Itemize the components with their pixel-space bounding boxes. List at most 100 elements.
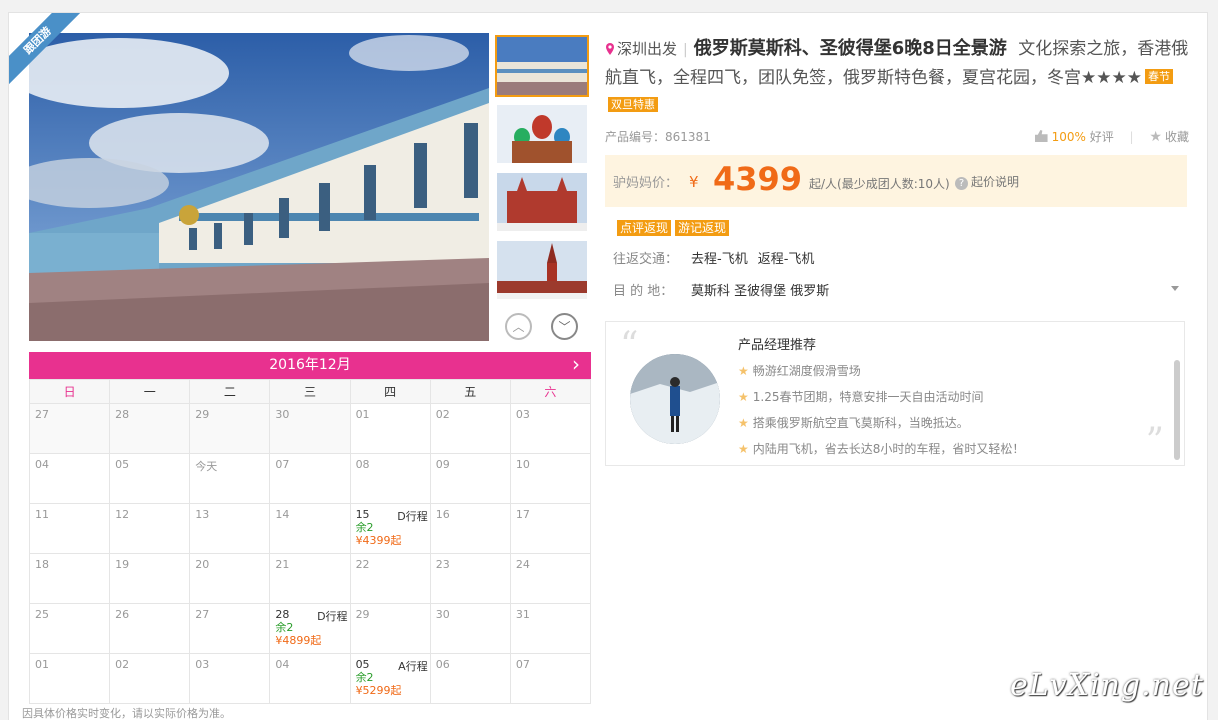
departure-calendar: 2016年12月 › 日一二三四五六 27 28 29 30 01 02 03 04 05 今天 0… bbox=[28, 352, 592, 704]
calendar-day: 19 bbox=[109, 553, 191, 604]
day-number: 21 bbox=[275, 558, 290, 571]
day-number: 17 bbox=[515, 508, 530, 521]
promo-tags: 点评返现 游记返现 bbox=[617, 217, 733, 236]
manager-avatar bbox=[630, 354, 720, 444]
calendar-day: 12 bbox=[109, 503, 191, 554]
chevron-right-icon[interactable]: › bbox=[567, 352, 585, 379]
day-number: 20 bbox=[195, 558, 210, 571]
list-item-text: 1.25春节团期，特意安排一天自由活动时间 bbox=[752, 390, 984, 404]
calendar-day: 22 bbox=[349, 553, 431, 604]
calendar-day: 17 bbox=[509, 503, 592, 554]
star-icon: ★ bbox=[738, 390, 749, 404]
quote-open-icon: “ bbox=[620, 325, 639, 366]
caret-down-icon[interactable] bbox=[1171, 286, 1179, 291]
star-icon: ★ bbox=[1149, 129, 1162, 145]
thumbnail-3[interactable] bbox=[495, 171, 589, 233]
day-number: 07 bbox=[515, 658, 530, 671]
price-help-link[interactable]: ? 起价说明 bbox=[955, 173, 1019, 190]
day-number: 今天 bbox=[195, 460, 218, 473]
transport-row: 往返交通： 去程-飞机 返程-飞机 bbox=[613, 248, 824, 267]
calendar-day: 10 bbox=[509, 453, 592, 504]
price-unit: 起/人(最少成团人数:10人) bbox=[809, 177, 950, 191]
calendar-day: 23 bbox=[429, 553, 511, 604]
calendar-day: 11 bbox=[28, 503, 111, 554]
watermark: eLvXing.net bbox=[1010, 668, 1204, 703]
promo-review-cashback[interactable]: 点评返现 bbox=[617, 220, 672, 236]
ribbon-label: 跟团游 bbox=[9, 13, 84, 87]
day-number: 14 bbox=[275, 508, 290, 521]
price-currency: ¥ bbox=[689, 173, 699, 191]
calendar-day: 今天 bbox=[189, 453, 271, 504]
day-number: 27 bbox=[195, 608, 210, 621]
thumbs-up-button[interactable]: ︿ bbox=[505, 313, 532, 340]
price-help-label: 起价说明 bbox=[971, 175, 1020, 189]
calendar-month: 2016年12月 bbox=[269, 357, 351, 373]
meta-divider: | bbox=[1129, 130, 1134, 144]
calendar-day[interactable]: 05 A行程 余2 ¥5299起 bbox=[349, 653, 431, 704]
product-code: 861381 bbox=[665, 130, 711, 144]
day-number: 25 bbox=[35, 608, 49, 621]
day-number: 30 bbox=[275, 408, 290, 421]
title-divider: | bbox=[683, 42, 688, 58]
calendar-week: 18 19 20 21 22 23 24 bbox=[28, 553, 592, 604]
star-icon: ★ bbox=[738, 442, 749, 456]
calendar-day[interactable]: 28 D行程 余2 ¥4899起 bbox=[269, 603, 351, 654]
itinerary-label: D行程 bbox=[317, 610, 348, 623]
calendar-day: 25 bbox=[28, 603, 111, 654]
calendar-day: 06 bbox=[429, 653, 511, 704]
calendar-header: 2016年12月 › bbox=[29, 352, 591, 379]
thumbnail-2[interactable] bbox=[495, 103, 589, 165]
promo-travelogue-cashback[interactable]: 游记返现 bbox=[675, 220, 730, 236]
day-number: 28 bbox=[115, 408, 130, 421]
day-number: 18 bbox=[35, 558, 49, 571]
day-number: 24 bbox=[515, 558, 530, 571]
price-label: 驴妈妈价： bbox=[613, 176, 679, 191]
price-amount: 4399 bbox=[713, 160, 803, 198]
quote-close-icon: ” bbox=[1145, 421, 1164, 462]
thumbnail-nav: ︿ ﹀ bbox=[504, 313, 584, 341]
product-meta: 产品编号：861381 100% 好评 | ★ 收藏 bbox=[605, 128, 1189, 146]
thumbnail-1[interactable] bbox=[495, 35, 589, 97]
star-icon: ★ bbox=[738, 416, 749, 430]
calendar-day: 04 bbox=[269, 653, 351, 704]
price-box: 驴妈妈价： ¥ 4399 起/人(最少成团人数:10人) ? 起价说明 bbox=[605, 155, 1187, 207]
list-item: ★ 内陆用飞机，省去长达8小时的车程，省时又轻松！ bbox=[738, 436, 1024, 462]
calendar-day: 28 bbox=[109, 403, 191, 454]
thumbs-down-button[interactable]: ﹀ bbox=[551, 313, 578, 340]
question-icon: ? bbox=[955, 177, 968, 190]
main-photo[interactable] bbox=[29, 33, 489, 341]
calendar-note: 因具体价格实时变化，请以实际价格为准。 bbox=[22, 707, 231, 720]
list-item: ★ 1.25春节团期，特意安排一天自由活动时间 bbox=[738, 384, 1024, 410]
thumbs-up-icon bbox=[1034, 130, 1048, 142]
weekday-header: 二 bbox=[189, 379, 271, 404]
day-number: 30 bbox=[435, 608, 450, 621]
favorite-button[interactable]: ★ 收藏 bbox=[1149, 129, 1189, 145]
calendar-day: 08 bbox=[349, 453, 431, 504]
departure-label: 深圳出发 bbox=[617, 40, 678, 58]
day-number: 29 bbox=[195, 408, 210, 421]
calendar-day[interactable]: 15 D行程 余2 ¥4399起 bbox=[349, 503, 431, 554]
destination-value: 莫斯科 圣彼得堡 俄罗斯 bbox=[691, 284, 830, 299]
destination-row: 目 的 地： 莫斯科 圣彼得堡 俄罗斯 bbox=[613, 280, 1189, 299]
calendar-day: 01 bbox=[28, 653, 111, 704]
day-number: 29 bbox=[355, 608, 370, 621]
manager-title: 产品经理推荐 bbox=[738, 338, 817, 353]
day-number: 02 bbox=[115, 658, 130, 671]
list-item-text: 搭乘俄罗斯航空直飞莫斯科，当晚抵达。 bbox=[752, 416, 969, 430]
day-number: 16 bbox=[435, 508, 450, 521]
weekday-header: 六 bbox=[509, 379, 592, 404]
transport-back: 返程-飞机 bbox=[757, 252, 815, 267]
day-number: 23 bbox=[435, 558, 450, 571]
day-number: 27 bbox=[35, 408, 49, 421]
weekday-header: 五 bbox=[429, 379, 511, 404]
day-number: 07 bbox=[275, 458, 290, 471]
product-name: 俄罗斯莫斯科、圣彼得堡6晚8日全景游 bbox=[693, 38, 1007, 59]
calendar-day: 02 bbox=[109, 653, 191, 704]
calendar-day: 14 bbox=[269, 503, 351, 554]
rating-value: 100% bbox=[1051, 130, 1086, 144]
location-pin-icon bbox=[606, 43, 614, 55]
manager-recommendation: “ 产品经理推荐 ★ 畅游红湖度假滑雪场 ★ 1.25春节团期，特意安排一天自由活动… bbox=[605, 321, 1185, 466]
thumbnail-4[interactable] bbox=[495, 239, 589, 301]
calendar-day: 30 bbox=[429, 603, 511, 654]
scrollbar[interactable] bbox=[1174, 360, 1180, 460]
